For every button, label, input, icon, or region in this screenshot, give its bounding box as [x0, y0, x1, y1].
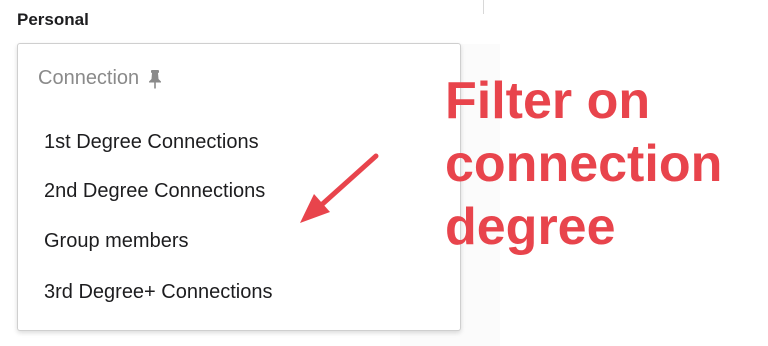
pin-icon[interactable] [147, 69, 163, 89]
section-heading: Personal [17, 10, 89, 29]
arrow-icon [300, 153, 379, 223]
option-3rd-degree-connections[interactable]: 3rd Degree+ Connections [44, 281, 272, 304]
dropdown-header: Connection [38, 67, 163, 90]
column-divider-top [483, 0, 484, 14]
option-1st-degree-connections[interactable]: 1st Degree Connections [44, 131, 259, 154]
dropdown-title: Connection [38, 67, 140, 89]
annotation-callout: Filter on connection degree [445, 70, 765, 259]
annotation-line-2: connection [445, 135, 723, 193]
option-2nd-degree-connections[interactable]: 2nd Degree Connections [44, 180, 265, 203]
annotation-line-3: degree [445, 198, 616, 256]
connection-filter-dropdown: Connection 1st Degree Connections 2nd De… [17, 43, 461, 331]
annotation-line-1: Filter on [445, 72, 651, 130]
option-group-members[interactable]: Group members [44, 230, 189, 253]
